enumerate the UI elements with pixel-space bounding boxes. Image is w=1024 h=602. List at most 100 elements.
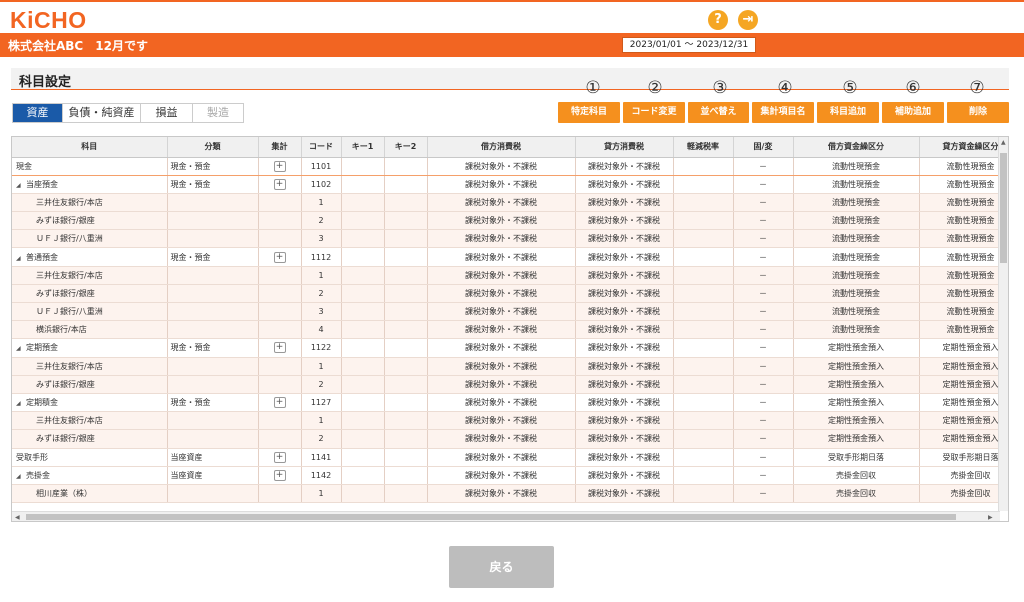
key1-cell[interactable] [341, 484, 385, 504]
debit-tax-cell[interactable]: 課税対象外・不課税 [427, 284, 576, 304]
account-name-cell[interactable]: 三井住友銀行/本店 [12, 193, 168, 213]
account-name-cell[interactable]: みずほ銀行/銀座 [12, 429, 168, 449]
fixed-variable-cell[interactable]: － [733, 193, 794, 213]
account-name-cell[interactable]: 受取手形 [12, 448, 168, 467]
key1-cell[interactable] [341, 411, 385, 431]
key2-cell[interactable] [384, 175, 428, 194]
debit-fund-cell[interactable]: 流動性現預金 [793, 247, 920, 267]
debit-fund-cell[interactable]: 流動性現預金 [793, 175, 920, 194]
key1-cell[interactable] [341, 393, 385, 413]
debit-fund-cell[interactable]: 流動性現預金 [793, 156, 920, 176]
debit-tax-cell[interactable]: 課税対象外・不課税 [427, 338, 576, 358]
fixed-variable-cell[interactable]: － [733, 211, 794, 231]
category-cell[interactable] [167, 211, 259, 231]
aggregate-cell[interactable] [258, 320, 302, 340]
reduced-rate-cell[interactable] [673, 411, 734, 431]
credit-fund-cell[interactable]: 定期性預金預入 [919, 357, 1008, 376]
account-name-cell[interactable]: ◢ 当座預金 [12, 175, 168, 194]
fixed-variable-cell[interactable]: － [733, 156, 794, 176]
reduced-rate-cell[interactable] [673, 448, 734, 467]
fixed-variable-cell[interactable]: － [733, 284, 794, 304]
debit-tax-cell[interactable]: 課税対象外・不課税 [427, 411, 576, 431]
credit-fund-cell[interactable]: 流動性現預金 [919, 211, 1008, 231]
table-row[interactable]: 現金 現金・預金 +1101 課税対象外・不課税 課税対象外・不課税 － 流動性現預金 流動性… [12, 156, 1008, 176]
code-cell[interactable]: 1101 [301, 156, 342, 176]
table-row[interactable]: ◢ 普通預金 現金・預金 +1112 課税対象外・不課税 課税対象外・不課税－流動性現預金… [12, 247, 1008, 267]
aggregate-cell[interactable] [258, 229, 302, 249]
key1-cell[interactable] [341, 266, 385, 285]
table-row[interactable]: ＵＦＪ銀行/八重洲 3 課税対象外・不課税 課税対象外・不課税 － 流動性現預金 流動性現預… [12, 229, 1008, 249]
credit-tax-cell[interactable]: 課税対象外・不課税 [575, 466, 674, 485]
key2-cell[interactable] [384, 211, 428, 231]
fixed-variable-cell[interactable]: － [733, 266, 794, 285]
logout-icon[interactable]: ⇥ [738, 10, 758, 30]
reduced-rate-cell[interactable] [673, 357, 734, 376]
key1-cell[interactable] [341, 357, 385, 376]
credit-fund-cell[interactable]: 定期性預金預入 [919, 393, 1008, 413]
fixed-variable-cell[interactable]: － [733, 175, 794, 194]
debit-tax-cell[interactable]: 課税対象外・不課税 [427, 229, 576, 249]
debit-tax-cell[interactable]: 課税対象外・不課税 [427, 302, 576, 322]
table-row[interactable]: 相川産業（株） 1 課税対象外・不課税 課税対象外・不課税 － 売掛金回収 売掛金回収 [12, 484, 1008, 504]
table-row[interactable]: ＵＦＪ銀行/八重洲 3 課税対象外・不課税 課税対象外・不課税 － 流動性現預金 流動性現預… [12, 302, 1008, 322]
aggregate-cell[interactable] [258, 266, 302, 285]
specific-account-button[interactable]: 特定科目 [558, 102, 620, 123]
key1-cell[interactable] [341, 156, 385, 176]
aggregate-cell[interactable] [258, 484, 302, 504]
vertical-scroll-thumb[interactable] [1000, 153, 1007, 263]
code-cell[interactable]: 1 [301, 266, 342, 285]
plus-icon[interactable]: + [273, 397, 286, 409]
reduced-rate-cell[interactable] [673, 156, 734, 176]
debit-tax-cell[interactable]: 課税対象外・不課税 [427, 247, 576, 267]
key1-cell[interactable] [341, 448, 385, 467]
debit-tax-cell[interactable]: 課税対象外・不課税 [427, 175, 576, 194]
credit-tax-cell[interactable]: 課税対象外・不課税 [575, 320, 674, 340]
table-row[interactable]: 三井住友銀行/本店 1 課税対象外・不課税 課税対象外・不課税 － 定期性預金預入 定期性預… [12, 411, 1008, 431]
key2-cell[interactable] [384, 448, 428, 467]
credit-tax-cell[interactable]: 課税対象外・不課税 [575, 156, 674, 176]
key2-cell[interactable] [384, 393, 428, 413]
debit-fund-cell[interactable]: 流動性現預金 [793, 211, 920, 231]
plus-icon[interactable]: + [273, 160, 286, 172]
credit-fund-cell[interactable]: 定期性預金預入 [919, 375, 1008, 394]
scroll-up-icon[interactable]: ▲ [1001, 139, 1006, 146]
fixed-variable-cell[interactable]: － [733, 229, 794, 249]
debit-fund-cell[interactable]: 流動性現預金 [793, 302, 920, 322]
code-cell[interactable]: 1141 [301, 448, 342, 467]
credit-tax-cell[interactable]: 課税対象外・不課税 [575, 448, 674, 467]
aggregate-cell[interactable] [258, 193, 302, 213]
key1-cell[interactable] [341, 247, 385, 267]
code-cell[interactable]: 1 [301, 411, 342, 431]
fixed-variable-cell[interactable]: － [733, 247, 794, 267]
debit-fund-cell[interactable]: 定期性預金預入 [793, 357, 920, 376]
add-account-button[interactable]: 科目追加 [817, 102, 879, 123]
plus-icon[interactable]: + [273, 342, 286, 354]
code-cell[interactable]: 1127 [301, 393, 342, 413]
debit-fund-cell[interactable]: 定期性預金預入 [793, 375, 920, 394]
debit-tax-cell[interactable]: 課税対象外・不課税 [427, 375, 576, 394]
code-cell[interactable]: 1142 [301, 466, 342, 485]
credit-fund-cell[interactable]: 流動性現預金 [919, 284, 1008, 304]
category-cell[interactable] [167, 266, 259, 285]
fixed-variable-cell[interactable]: － [733, 302, 794, 322]
category-cell[interactable]: 現金・預金 [167, 393, 259, 413]
reduced-rate-cell[interactable] [673, 393, 734, 413]
code-cell[interactable]: 2 [301, 284, 342, 304]
credit-tax-cell[interactable]: 課税対象外・不課税 [575, 484, 674, 504]
reduced-rate-cell[interactable] [673, 338, 734, 358]
key1-cell[interactable] [341, 466, 385, 485]
debit-tax-cell[interactable]: 課税対象外・不課税 [427, 429, 576, 449]
category-cell[interactable] [167, 193, 259, 213]
code-cell[interactable]: 2 [301, 375, 342, 394]
table-row[interactable]: ◢ 売掛金 当座資産 +1142 課税対象外・不課税 課税対象外・不課税－売掛金回収 売掛金… [12, 466, 1008, 485]
fixed-variable-cell[interactable]: － [733, 338, 794, 358]
credit-tax-cell[interactable]: 課税対象外・不課税 [575, 247, 674, 267]
debit-tax-cell[interactable]: 課税対象外・不課税 [427, 211, 576, 231]
plus-icon[interactable]: + [273, 451, 286, 463]
expand-triangle-icon[interactable]: ◢ [16, 182, 26, 189]
expand-triangle-icon[interactable]: ◢ [16, 255, 26, 262]
debit-tax-cell[interactable]: 課税対象外・不課税 [427, 484, 576, 504]
debit-fund-cell[interactable]: 売掛金回収 [793, 484, 920, 504]
category-cell[interactable] [167, 411, 259, 431]
debit-fund-cell[interactable]: 売掛金回収 [793, 466, 920, 485]
